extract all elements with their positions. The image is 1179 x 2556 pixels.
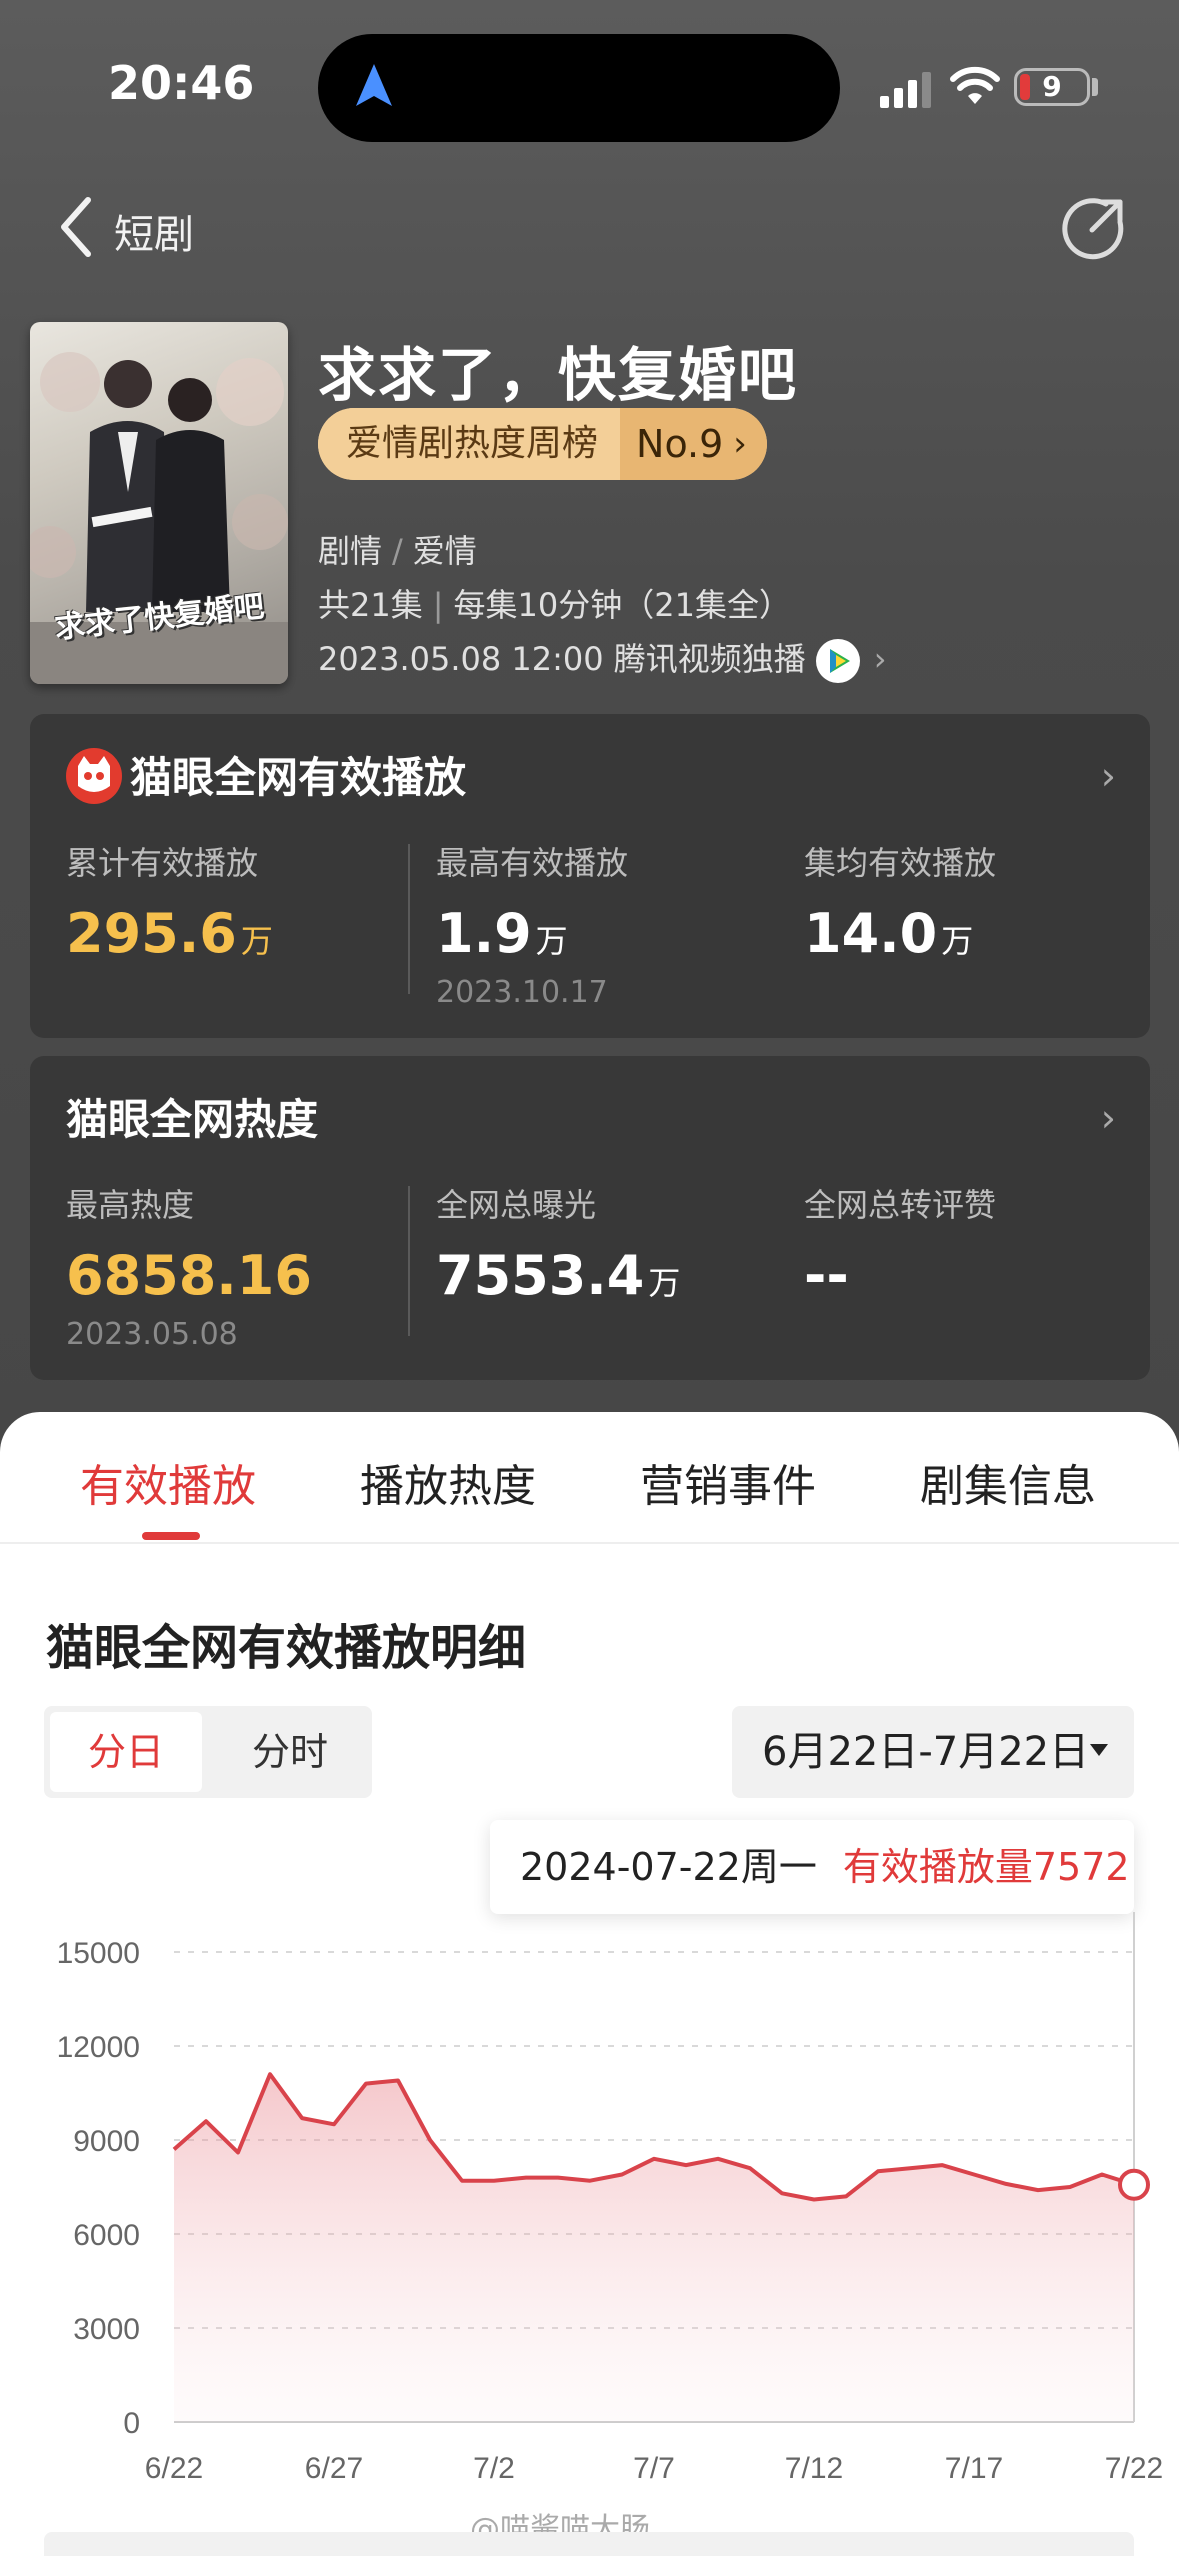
y-tick-label: 3000 bbox=[73, 2313, 140, 2346]
y-tick-label: 15000 bbox=[57, 1937, 140, 1970]
highlight-point bbox=[1118, 2168, 1150, 2201]
y-tick-label: 12000 bbox=[57, 2031, 140, 2064]
y-tick-label: 0 bbox=[123, 2407, 140, 2440]
x-tick-label: 6/22 bbox=[145, 2452, 203, 2485]
bottom-card-edge bbox=[44, 2532, 1134, 2556]
x-tick-label: 7/17 bbox=[945, 2452, 1003, 2485]
y-tick-label: 6000 bbox=[73, 2219, 140, 2252]
x-tick-label: 7/7 bbox=[633, 2452, 675, 2485]
x-tick-label: 7/2 bbox=[473, 2452, 515, 2485]
x-tick-label: 6/27 bbox=[305, 2452, 363, 2485]
effective-play-chart[interactable]: 0 3000 6000 9000 12000 15000 6/22 6/27 7/2 7/7 7/1… bbox=[0, 0, 1179, 2556]
x-tick-label: 7/22 bbox=[1105, 2452, 1163, 2485]
y-tick-label: 9000 bbox=[73, 2125, 140, 2158]
x-tick-label: 7/12 bbox=[785, 2452, 843, 2485]
series-area bbox=[174, 2074, 1134, 2422]
